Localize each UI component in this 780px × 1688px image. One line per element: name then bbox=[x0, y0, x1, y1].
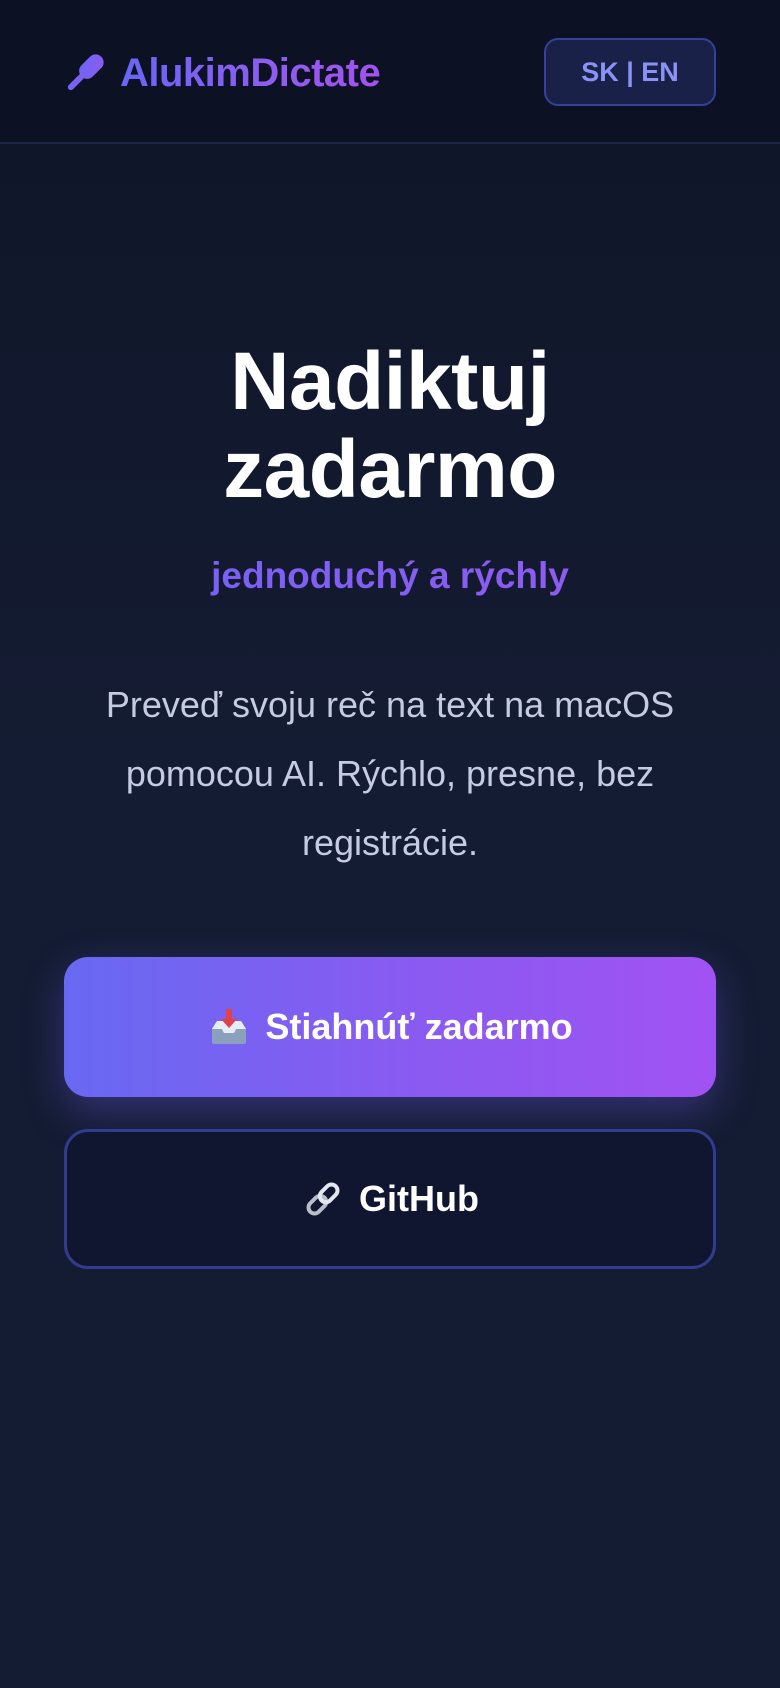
microphone-icon bbox=[62, 50, 108, 96]
app-logo[interactable]: AlukimDictate bbox=[62, 48, 381, 98]
hero-subtitle: jednoduchý a rýchly bbox=[0, 550, 780, 602]
download-button[interactable]: Stiahnúť zadarmo bbox=[64, 957, 716, 1097]
language-toggle-button[interactable]: SK | EN bbox=[544, 38, 716, 106]
inbox-tray-icon bbox=[207, 1005, 251, 1049]
hero-title-line2: zadarmo bbox=[223, 424, 557, 515]
github-button[interactable]: GitHub bbox=[64, 1129, 716, 1269]
app-name: AlukimDictate bbox=[120, 50, 381, 95]
hero-title-line1: Nadiktuj bbox=[230, 336, 550, 427]
link-icon bbox=[301, 1177, 345, 1221]
hero-description: Preveď svoju reč na text na macOS pomoco… bbox=[105, 684, 675, 863]
hero-title: Nadiktuj zadarmo bbox=[0, 338, 780, 514]
download-button-label: Stiahnúť zadarmo bbox=[265, 1006, 573, 1047]
top-navbar: AlukimDictate SK | EN bbox=[0, 0, 780, 144]
github-button-label: GitHub bbox=[359, 1178, 479, 1219]
